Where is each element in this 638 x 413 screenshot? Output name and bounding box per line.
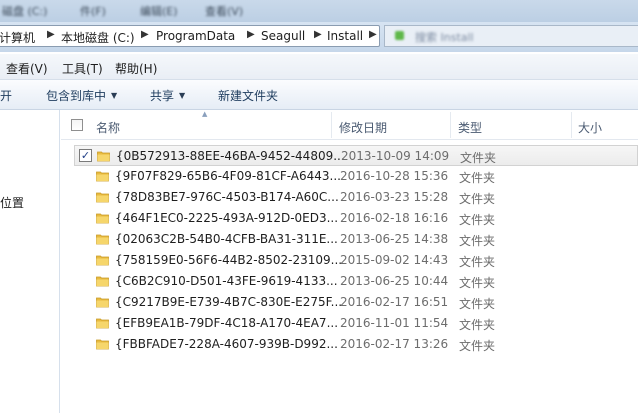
breadcrumb-programdata[interactable]: ProgramData [156,29,235,43]
folder-icon [96,212,109,224]
folder-icon [96,338,109,350]
file-row[interactable]: {EFB9EA1B-79DF-4C18-A170-4EA7... 2016-11-… [74,313,638,334]
include-in-library-button[interactable]: 包含到库中 ▼ [46,87,117,104]
file-row[interactable]: ✓ {0B572913-88EE-46BA-9452-44809... 2013-1… [74,145,638,166]
address-bar-row: 计算机 ▶ 本地磁盘 (C:) ▶ ProgramData ▶ Seagull … [0,22,638,52]
folder-icon [96,296,109,308]
file-modified: 2013-10-09 14:09 [341,149,450,163]
file-name: {C6B2C910-D501-43FE-9619-4133... [115,274,338,288]
column-divider[interactable] [571,112,572,138]
title-blurred-text: 编辑(E) [140,5,178,18]
file-name: {02063C2B-54B0-4CFB-BA31-311E... [115,232,338,246]
file-type: 文件夹 [459,318,496,332]
menu-view[interactable]: 查看(V) [6,60,48,77]
file-modified: 2016-10-28 15:36 [340,169,449,183]
file-type: 文件夹 [459,339,496,353]
breadcrumb-separator-icon[interactable]: ▶ [369,29,377,40]
file-row[interactable]: {9F07F829-65B6-4F09-81CF-A6443... 2016-10… [74,166,638,187]
file-modified: 2013-06-25 10:44 [340,274,449,288]
folder-icon [97,150,110,162]
file-name: {EFB9EA1B-79DF-4C18-A170-4EA7... [115,316,339,330]
file-type: 文件夹 [459,255,496,269]
column-type[interactable]: 类型 [458,119,482,136]
folder-icon [96,233,109,245]
column-name[interactable]: 名称 [96,119,120,136]
file-name: {0B572913-88EE-46BA-9452-44809... [116,149,345,163]
file-type: 文件夹 [459,192,496,206]
menu-tools[interactable]: 工具(T) [62,60,103,77]
file-name: {78D83BE7-976C-4503-B174-A60C... [115,190,339,204]
navigation-pane[interactable]: 位置 [0,110,60,413]
dropdown-arrow-icon: ▼ [111,91,118,100]
folder-icon [96,275,109,287]
include-in-library-label: 包含到库中 [46,89,107,103]
file-type: 文件夹 [459,213,496,227]
file-modified: 2016-02-17 13:26 [340,337,449,351]
column-size[interactable]: 大小 [578,119,602,136]
breadcrumb-seagull[interactable]: Seagull [261,29,305,43]
refresh-icon[interactable] [395,31,404,40]
breadcrumb-separator-icon[interactable]: ▶ [47,29,55,40]
breadcrumb-install[interactable]: Install [327,29,363,43]
file-type: 文件夹 [459,297,496,311]
file-modified: 2016-02-17 16:51 [340,295,449,309]
file-row[interactable]: {758159E0-56F6-44B2-8502-23109... 2015-09… [74,250,638,271]
file-type: 文件夹 [459,234,496,248]
dropdown-arrow-icon: ▼ [179,91,186,100]
open-button[interactable]: 打开 [0,87,12,104]
title-blurred-text: 查看(V) [205,5,244,18]
column-modified[interactable]: 修改日期 [339,119,387,136]
file-modified: 2016-02-18 16:16 [340,211,449,225]
file-type: 文件夹 [460,151,497,165]
folder-icon [96,317,109,329]
new-folder-button[interactable]: 新建文件夹 [218,87,278,104]
title-blurred-text: 件(F) [80,5,106,18]
menu-help[interactable]: 帮助(H) [115,60,157,77]
nav-item-location[interactable]: 位置 [0,194,24,211]
search-input[interactable]: 搜索 Install [415,29,474,45]
title-blurred-text: 磁盘 (C:) [2,5,48,18]
column-header: ▲ 名称 修改日期 类型 大小 [61,110,638,140]
file-modified: 2016-03-23 15:28 [340,190,449,204]
share-label: 共享 [150,89,175,103]
window-title-strip: 磁盘 (C:) 件(F) 编辑(E) 查看(V) [0,0,638,22]
column-divider[interactable] [331,112,332,138]
file-modified: 2015-09-02 14:43 [340,253,449,267]
file-row[interactable]: {C9217B9E-E739-4B7C-830E-E275F... 2016-02… [74,292,638,313]
file-type: 文件夹 [459,276,496,290]
share-button[interactable]: 共享 ▼ [150,87,185,104]
menu-bar: 查看(V) 工具(T) 帮助(H) [0,54,638,80]
file-row[interactable]: {FBBFADE7-228A-4607-939B-D992... 2016-02-… [74,334,638,355]
file-name: {FBBFADE7-228A-4607-939B-D992... [115,337,338,351]
folder-icon [96,191,109,203]
address-bar[interactable]: 计算机 ▶ 本地磁盘 (C:) ▶ ProgramData ▶ Seagull … [0,25,380,47]
sort-ascending-icon: ▲ [202,110,208,118]
folder-icon [96,170,109,182]
file-type: 文件夹 [459,171,496,185]
file-name: {758159E0-56F6-44B2-8502-23109... [115,253,343,267]
file-row[interactable]: {78D83BE7-976C-4503-B174-A60C... 2016-03-… [74,187,638,208]
file-name: {464F1EC0-2225-493A-912D-0ED3... [115,211,339,225]
row-checkbox[interactable]: ✓ [79,149,92,162]
file-name: {C9217B9E-E739-4B7C-830E-E275F... [115,295,343,309]
command-bar: 打开 包含到库中 ▼ 共享 ▼ 新建文件夹 [0,80,638,110]
select-all-checkbox[interactable] [71,119,83,131]
breadcrumb-local-disk[interactable]: 本地磁盘 (C:) [61,29,135,46]
breadcrumb-separator-icon[interactable]: ▶ [141,29,149,40]
file-name: {9F07F829-65B6-4F09-81CF-A6443... [115,169,341,183]
file-modified: 2013-06-25 14:38 [340,232,449,246]
breadcrumb-separator-icon[interactable]: ▶ [247,29,255,40]
file-row[interactable]: {C6B2C910-D501-43FE-9619-4133... 2013-06-… [74,271,638,292]
column-divider[interactable] [450,112,451,138]
folder-icon [96,254,109,266]
breadcrumb-computer[interactable]: 计算机 [0,29,35,46]
breadcrumb-separator-icon[interactable]: ▶ [314,29,322,40]
file-row[interactable]: {464F1EC0-2225-493A-912D-0ED3... 2016-02-… [74,208,638,229]
search-box[interactable]: 搜索 Install [384,25,638,47]
file-row[interactable]: {02063C2B-54B0-4CFB-BA31-311E... 2013-06-… [74,229,638,250]
file-modified: 2016-11-01 11:54 [340,316,449,330]
